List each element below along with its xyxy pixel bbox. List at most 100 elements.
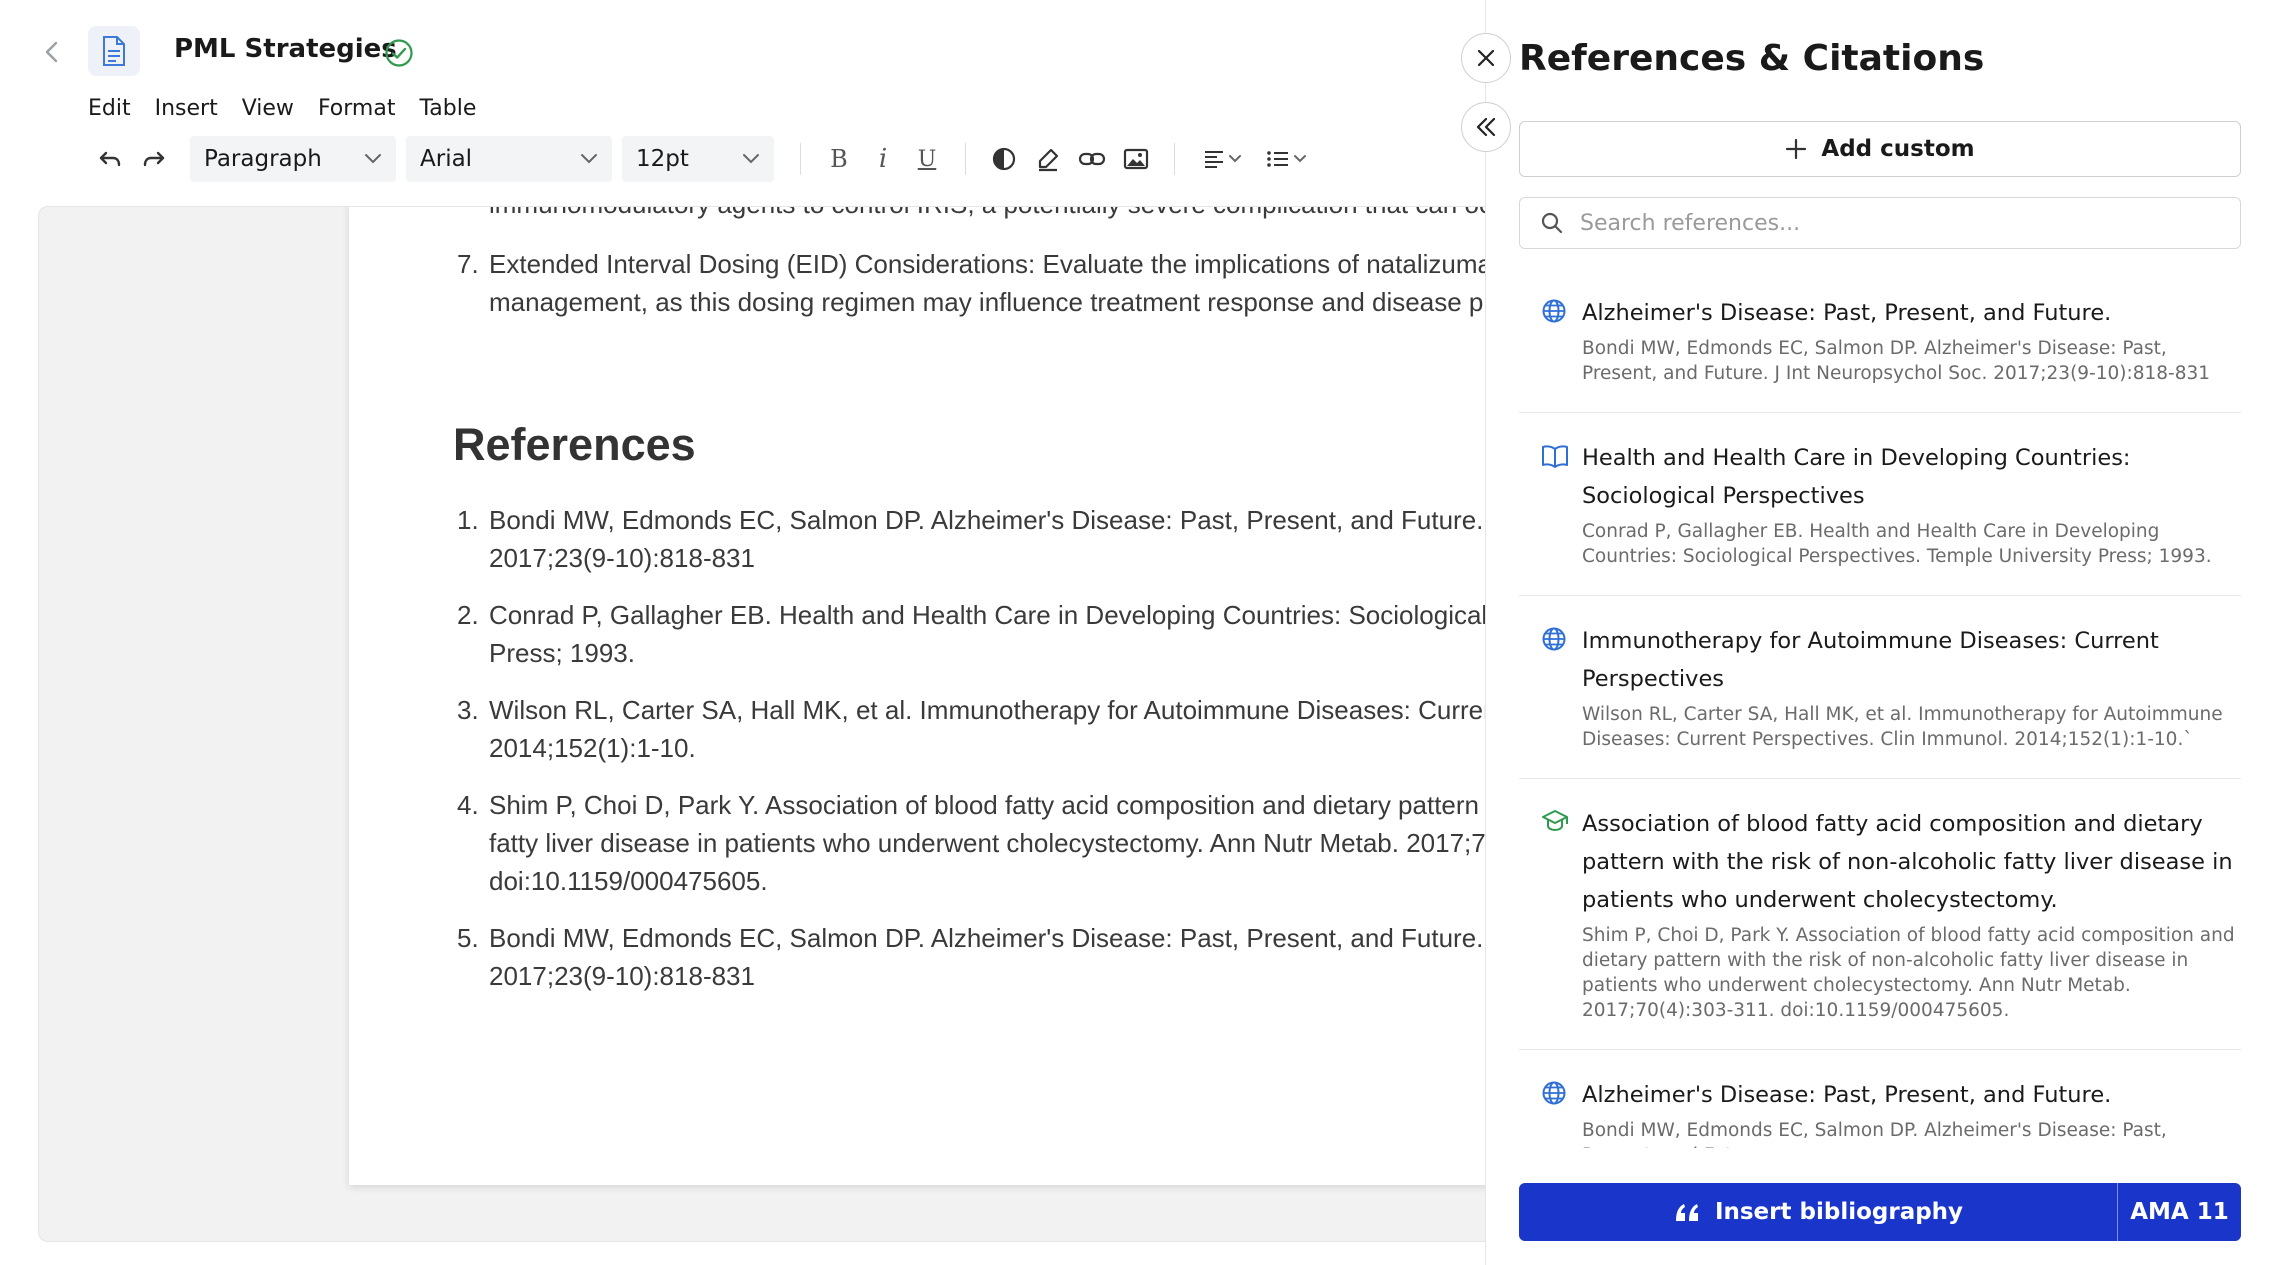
reference-citation: Bondi MW, Edmonds EC, Salmon DP. Alzheim… [1582, 1120, 2167, 1148]
font-size-select[interactable]: 12pt [622, 136, 774, 182]
bullet-list-icon [1267, 151, 1306, 167]
list-item-text: management, as this dosing regimen may i… [489, 287, 1498, 317]
reference-card[interactable]: Immunotherapy for Autoimmune Diseases: C… [1519, 596, 2241, 779]
back-button[interactable] [38, 38, 66, 66]
chevrons-left-icon [1476, 117, 1496, 137]
reference-title: Alzheimer's Disease: Past, Present, and … [1582, 1082, 2112, 1108]
italic-button[interactable]: i [861, 137, 905, 181]
reference-text: Press; 1993. [489, 638, 635, 668]
list-number: 4. [457, 790, 479, 820]
references-panel: References & Citations Add custom Alzhei… [1485, 0, 2276, 1265]
menu-insert[interactable]: Insert [155, 96, 218, 121]
highlight-button[interactable] [1026, 137, 1070, 181]
chevron-left-icon [45, 41, 58, 63]
close-icon [1477, 49, 1495, 67]
globe-icon [1541, 626, 1567, 657]
paragraph-style-select[interactable]: Paragraph [190, 136, 396, 182]
contrast-icon [992, 147, 1016, 171]
underline-button[interactable]: U [905, 137, 949, 181]
reference-title: Immunotherapy for Autoimmune Diseases: C… [1582, 628, 2159, 692]
document-icon [88, 26, 140, 76]
align-dropdown[interactable] [1191, 137, 1255, 181]
add-custom-label: Add custom [1821, 136, 1975, 162]
menu-edit[interactable]: Edit [88, 96, 131, 121]
list-number: 1. [457, 505, 479, 535]
chevron-down-icon [743, 154, 759, 164]
numbered-list: 7. Extended Interval Dosing (EID) Consid… [457, 245, 1498, 340]
reference-citation: Conrad P, Gallagher EB. Health and Healt… [1582, 521, 2212, 567]
reference-text: 2017;23(9-10):818-831 [489, 961, 755, 991]
reference-entry: 4. Shim P, Choi D, Park Y. Association o… [457, 786, 1498, 900]
bold-button[interactable]: B [817, 137, 861, 181]
reference-citation: Wilson RL, Carter SA, Hall MK, et al. Im… [1582, 704, 2223, 750]
reference-title: Health and Health Care in Developing Cou… [1582, 445, 2131, 509]
reference-citation: Bondi MW, Edmonds EC, Salmon DP. Alzheim… [1582, 338, 2211, 384]
italic-icon: i [878, 144, 888, 174]
list-number: 3. [457, 695, 479, 725]
editor-canvas: immunomodulatory agents to control IRIS,… [38, 206, 1498, 1242]
close-panel-button[interactable] [1461, 33, 1511, 83]
search-box [1519, 197, 2241, 249]
reference-card[interactable]: Alzheimer's Disease: Past, Present, and … [1519, 1050, 2241, 1148]
font-family-select[interactable]: Arial [406, 136, 612, 182]
reference-text: fatty liver disease in patients who unde… [489, 828, 1498, 858]
toolbar-divider [800, 143, 801, 175]
link-icon [1078, 152, 1106, 166]
reference-citation: Shim P, Choi D, Park Y. Association of b… [1582, 925, 2235, 1021]
underline-icon: U [917, 146, 937, 172]
menu-format[interactable]: Format [318, 96, 396, 121]
link-button[interactable] [1070, 137, 1114, 181]
reference-title: Association of blood fatty acid composit… [1582, 811, 2233, 913]
undo-icon [99, 151, 121, 167]
references-list-panel: Alzheimer's Disease: Past, Present, and … [1519, 268, 2241, 1148]
reference-text: 2014;152(1):1-10. [489, 733, 696, 763]
chevron-down-icon [365, 154, 381, 164]
undo-button[interactable] [88, 137, 132, 181]
chevron-down-icon [581, 154, 597, 164]
redo-button[interactable] [132, 137, 176, 181]
reference-text: 2017;23(9-10):818-831 [489, 543, 755, 573]
menu-table[interactable]: Table [419, 96, 476, 121]
insert-bibliography-label: Insert bibliography [1714, 1199, 1964, 1225]
globe-icon [1541, 298, 1567, 329]
list-number: 5. [457, 923, 479, 953]
bold-icon: B [830, 145, 848, 173]
image-icon [1123, 148, 1149, 170]
collapse-panel-button[interactable] [1461, 102, 1511, 152]
font-size-value: 12pt [636, 146, 689, 172]
text-color-button[interactable] [982, 137, 1026, 181]
citation-style-selector[interactable]: AMA 11 [2117, 1183, 2241, 1241]
list-item: 7. Extended Interval Dosing (EID) Consid… [457, 245, 1498, 321]
document-page[interactable]: immunomodulatory agents to control IRIS,… [349, 207, 1498, 1185]
saved-check-icon [384, 38, 414, 73]
plus-icon [1786, 138, 1807, 160]
references-heading: References [453, 419, 696, 470]
add-custom-button[interactable]: Add custom [1519, 121, 2241, 177]
formatting-toolbar: Paragraph Arial 12pt B i U [88, 136, 1319, 182]
list-number: 7. [457, 249, 479, 279]
reference-text: Shim P, Choi D, Park Y. Association of b… [489, 790, 1498, 820]
image-button[interactable] [1114, 137, 1158, 181]
quote-icon [1675, 1204, 1698, 1221]
toolbar-divider [965, 143, 966, 175]
reference-card[interactable]: Association of blood fatty acid composit… [1519, 779, 2241, 1050]
reference-text: Conrad P, Gallagher EB. Health and Healt… [489, 600, 1498, 630]
panel-title: References & Citations [1519, 38, 1985, 79]
reference-title: Alzheimer's Disease: Past, Present, and … [1582, 300, 2112, 326]
paragraph-text: immunomodulatory agents to control IRIS,… [489, 207, 1497, 220]
reference-card[interactable]: Alzheimer's Disease: Past, Present, and … [1519, 268, 2241, 413]
reference-entry: 3. Wilson RL, Carter SA, Hall MK, et al.… [457, 691, 1497, 767]
menu-view[interactable]: View [242, 96, 294, 121]
insert-bibliography-bar: Insert bibliography AMA 11 [1519, 1183, 2241, 1241]
reference-text: Bondi MW, Edmonds EC, Salmon DP. Alzheim… [489, 923, 1498, 953]
insert-bibliography-button[interactable]: Insert bibliography [1519, 1183, 2117, 1241]
search-input[interactable] [1580, 210, 2220, 236]
reference-text: Bondi MW, Edmonds EC, Salmon DP. Alzheim… [489, 505, 1498, 535]
document-title[interactable]: PML Strategies [174, 34, 397, 64]
list-dropdown[interactable] [1255, 137, 1319, 181]
reference-card[interactable]: Health and Health Care in Developing Cou… [1519, 413, 2241, 596]
globe-icon [1541, 1080, 1567, 1111]
search-icon [1541, 212, 1563, 234]
list-number: 2. [457, 600, 479, 630]
align-left-icon [1205, 151, 1241, 168]
